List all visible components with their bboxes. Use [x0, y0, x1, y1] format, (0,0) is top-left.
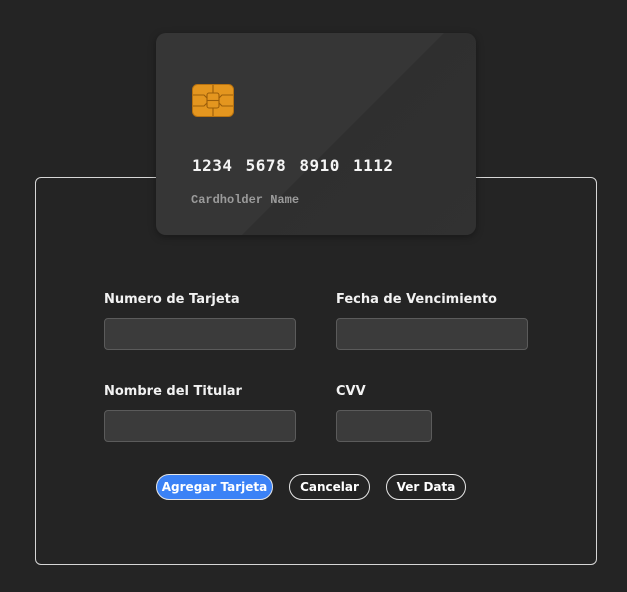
- cancel-button[interactable]: Cancelar: [289, 474, 370, 500]
- card-number-input[interactable]: [104, 318, 296, 350]
- cardholder-name-label: Nombre del Titular: [104, 384, 242, 399]
- cvv-input[interactable]: [336, 410, 432, 442]
- expiry-date-label: Fecha de Vencimiento: [336, 292, 497, 307]
- view-data-button[interactable]: Ver Data: [386, 474, 466, 500]
- card-preview: 1234 5678 8910 1112 Cardholder Name: [156, 33, 476, 235]
- card-form-panel: [35, 177, 597, 565]
- cvv-label: CVV: [336, 384, 366, 399]
- card-number-label: Numero de Tarjeta: [104, 292, 240, 307]
- card-chip-icon: [192, 84, 234, 117]
- cardholder-name-display: Cardholder Name: [191, 193, 300, 207]
- expiry-date-input[interactable]: [336, 318, 528, 350]
- add-card-button[interactable]: Agregar Tarjeta: [156, 474, 273, 500]
- cardholder-name-input[interactable]: [104, 410, 296, 442]
- card-number-display: 1234 5678 8910 1112: [192, 156, 394, 175]
- app-root: 1234 5678 8910 1112 Cardholder Name Nume…: [0, 0, 627, 592]
